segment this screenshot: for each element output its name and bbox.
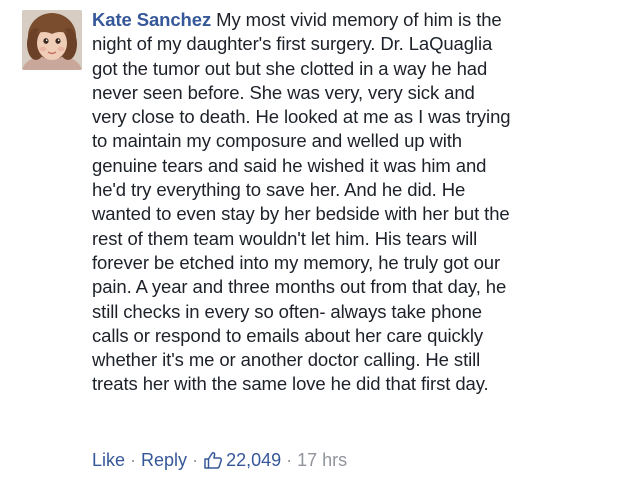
timestamp[interactable]: 17 hrs [297, 448, 347, 472]
comment-text-line: got the tumor out but she clotted in a w… [92, 57, 488, 79]
avatar[interactable] [22, 10, 82, 70]
comment-text-line: My most vivid memory of him is the [211, 9, 502, 30]
comment-text-line: genuine tears and said he wished it was … [92, 154, 487, 176]
separator-dot: · [286, 450, 293, 470]
comment-body: Kate Sanchez My most vivid memory of him… [92, 8, 607, 397]
comment-text-line: he'd try everything to save her. And he … [92, 179, 466, 201]
comment-actions: Like · Reply · 22,049 · 17 hrs [92, 448, 347, 472]
comment-text-line: whether it's me or another doctor callin… [92, 349, 481, 371]
comment-text-line: to maintain my composure and welled up w… [92, 130, 463, 152]
comment-text-line: treats her with the same love he did tha… [92, 373, 489, 395]
comment-author[interactable]: Kate Sanchez [92, 9, 211, 30]
comment-text-line: very close to death. He looked at me as … [92, 106, 511, 128]
separator-dot: · [130, 450, 137, 470]
comment-line: Kate Sanchez My most vivid memory of him… [92, 8, 607, 32]
comment-text-line: calls or respond to emails about her car… [92, 324, 483, 346]
comment-text-line: still checks in every so often- always t… [92, 300, 482, 322]
comment-text-line: rest of them team wouldn't let him. His … [92, 227, 478, 249]
comment-text-line: night of my daughter's first surgery. Dr… [92, 33, 493, 55]
comment-text-line: forever be etched into my memory, he tru… [92, 251, 501, 273]
comment-text-line: never seen before. She was very, very si… [92, 81, 475, 103]
thumbs-up-icon [204, 452, 223, 469]
like-link[interactable]: Like [92, 448, 125, 472]
like-count-value: 22,049 [226, 450, 282, 470]
like-count[interactable]: 22,049 [203, 448, 281, 472]
profile-photo [22, 10, 82, 70]
facebook-comment: Kate Sanchez My most vivid memory of him… [0, 0, 618, 500]
comment-text-line: wanted to even stay by her bedside with … [92, 203, 510, 225]
comment-text-line: pain. A year and three months out from t… [92, 276, 507, 298]
reply-link[interactable]: Reply [141, 448, 187, 472]
separator-dot: · [192, 450, 199, 470]
